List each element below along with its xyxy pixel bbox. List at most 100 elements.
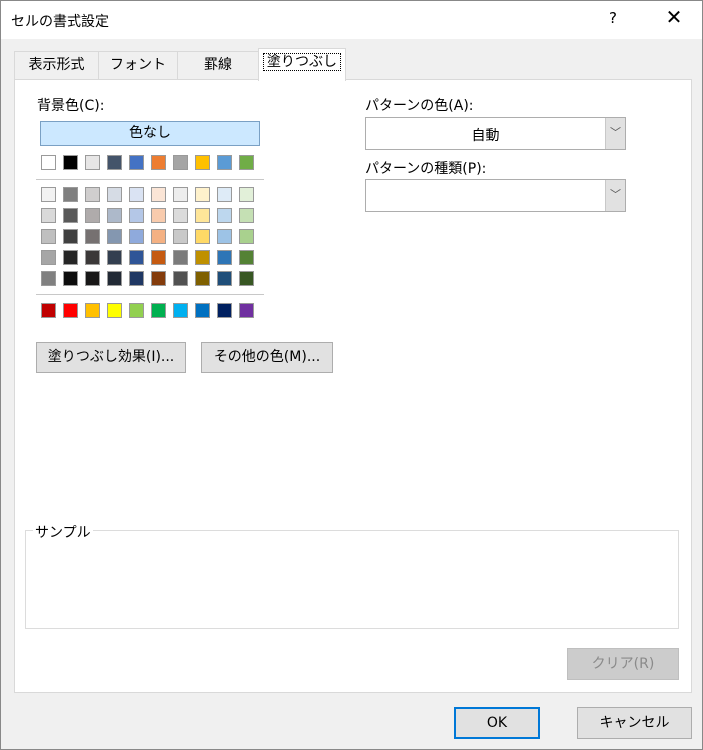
color-swatch[interactable] xyxy=(195,303,210,318)
fill-effects-button[interactable]: 塗りつぶし効果(I)... xyxy=(36,342,186,373)
palette-divider xyxy=(36,179,264,180)
color-swatch[interactable] xyxy=(129,155,144,170)
color-swatch[interactable] xyxy=(217,271,232,286)
color-swatch[interactable] xyxy=(63,229,78,244)
color-swatch[interactable] xyxy=(239,155,254,170)
color-swatch[interactable] xyxy=(41,303,56,318)
color-swatch[interactable] xyxy=(217,229,232,244)
sample-preview xyxy=(25,530,679,629)
color-swatch[interactable] xyxy=(63,271,78,286)
color-swatch[interactable] xyxy=(129,271,144,286)
pattern-style-label: パターンの種類(P): xyxy=(365,161,487,177)
color-swatch[interactable] xyxy=(217,208,232,223)
color-swatch[interactable] xyxy=(129,250,144,265)
cancel-button[interactable]: キャンセル xyxy=(577,707,692,739)
color-swatch[interactable] xyxy=(63,208,78,223)
title-bar: セルの書式設定 ? ✕ xyxy=(1,1,702,39)
pattern-style-dropdown[interactable]: ﹀ xyxy=(365,179,626,212)
pattern-color-dropdown[interactable]: 自動 ﹀ xyxy=(365,117,626,150)
color-swatch[interactable] xyxy=(151,250,166,265)
color-swatch[interactable] xyxy=(195,229,210,244)
more-colors-button[interactable]: その他の色(M)... xyxy=(201,342,333,373)
color-swatch[interactable] xyxy=(41,271,56,286)
ok-button[interactable]: OK xyxy=(454,707,540,739)
tab-label: 罫線 xyxy=(204,57,232,73)
color-swatch[interactable] xyxy=(63,250,78,265)
color-swatch[interactable] xyxy=(173,303,188,318)
color-swatch[interactable] xyxy=(107,229,122,244)
tab-number[interactable]: 表示形式 xyxy=(14,51,99,80)
color-swatch[interactable] xyxy=(129,303,144,318)
tab-label: フォント xyxy=(110,57,166,73)
help-button[interactable]: ? xyxy=(609,9,617,27)
color-swatch[interactable] xyxy=(107,155,122,170)
color-swatch[interactable] xyxy=(85,229,100,244)
color-swatch[interactable] xyxy=(217,155,232,170)
color-swatch[interactable] xyxy=(151,208,166,223)
chevron-down-icon[interactable]: ﹀ xyxy=(605,118,625,149)
color-swatch[interactable] xyxy=(85,303,100,318)
color-swatch[interactable] xyxy=(173,155,188,170)
color-swatch[interactable] xyxy=(129,187,144,202)
color-swatch[interactable] xyxy=(239,250,254,265)
color-swatch[interactable] xyxy=(107,303,122,318)
no-color-button[interactable]: 色なし xyxy=(40,121,260,146)
color-swatch[interactable] xyxy=(151,303,166,318)
close-button[interactable]: ✕ xyxy=(661,5,687,29)
tab-label: 塗りつぶし xyxy=(262,53,342,71)
color-swatch[interactable] xyxy=(85,250,100,265)
color-swatch[interactable] xyxy=(63,155,78,170)
color-swatch[interactable] xyxy=(173,208,188,223)
color-swatch[interactable] xyxy=(41,155,56,170)
color-swatch[interactable] xyxy=(129,208,144,223)
tab-fill[interactable]: 塗りつぶし xyxy=(258,48,346,81)
color-swatch[interactable] xyxy=(107,208,122,223)
tab-border[interactable]: 罫線 xyxy=(177,51,259,80)
tab-label: 表示形式 xyxy=(28,57,85,73)
clear-button[interactable]: クリア(R) xyxy=(567,648,679,680)
pattern-color-value: 自動 xyxy=(471,128,500,144)
color-swatch[interactable] xyxy=(173,271,188,286)
color-swatch[interactable] xyxy=(85,208,100,223)
color-swatch[interactable] xyxy=(195,250,210,265)
color-swatch[interactable] xyxy=(107,187,122,202)
color-swatch[interactable] xyxy=(195,155,210,170)
color-swatch[interactable] xyxy=(85,271,100,286)
color-swatch[interactable] xyxy=(239,229,254,244)
color-swatch[interactable] xyxy=(151,187,166,202)
color-swatch[interactable] xyxy=(173,250,188,265)
color-swatch[interactable] xyxy=(195,187,210,202)
color-swatch[interactable] xyxy=(41,229,56,244)
color-swatch[interactable] xyxy=(217,187,232,202)
color-swatch[interactable] xyxy=(41,187,56,202)
color-swatch[interactable] xyxy=(195,208,210,223)
color-swatch[interactable] xyxy=(85,155,100,170)
color-swatch[interactable] xyxy=(239,271,254,286)
dialog-title: セルの書式設定 xyxy=(11,14,109,30)
color-swatch[interactable] xyxy=(151,271,166,286)
color-swatch[interactable] xyxy=(217,250,232,265)
color-swatch[interactable] xyxy=(239,187,254,202)
sample-label: サンプル xyxy=(33,522,93,542)
color-swatch[interactable] xyxy=(195,271,210,286)
color-swatch[interactable] xyxy=(173,229,188,244)
chevron-down-icon[interactable]: ﹀ xyxy=(605,180,625,211)
color-swatch[interactable] xyxy=(63,303,78,318)
color-swatch[interactable] xyxy=(107,250,122,265)
format-cells-dialog: セルの書式設定 ? ✕ 表示形式 フォント 罫線 塗りつぶし 背景色(C): 色… xyxy=(0,0,703,750)
color-swatch[interactable] xyxy=(217,303,232,318)
color-swatch[interactable] xyxy=(41,208,56,223)
tab-font[interactable]: フォント xyxy=(98,51,178,80)
color-swatch[interactable] xyxy=(239,303,254,318)
pattern-color-label: パターンの色(A): xyxy=(365,98,474,114)
background-color-label: 背景色(C): xyxy=(37,98,105,114)
color-swatch[interactable] xyxy=(239,208,254,223)
color-swatch[interactable] xyxy=(173,187,188,202)
color-swatch[interactable] xyxy=(129,229,144,244)
color-swatch[interactable] xyxy=(63,187,78,202)
color-swatch[interactable] xyxy=(85,187,100,202)
color-swatch[interactable] xyxy=(41,250,56,265)
color-swatch[interactable] xyxy=(107,271,122,286)
color-swatch[interactable] xyxy=(151,155,166,170)
color-swatch[interactable] xyxy=(151,229,166,244)
